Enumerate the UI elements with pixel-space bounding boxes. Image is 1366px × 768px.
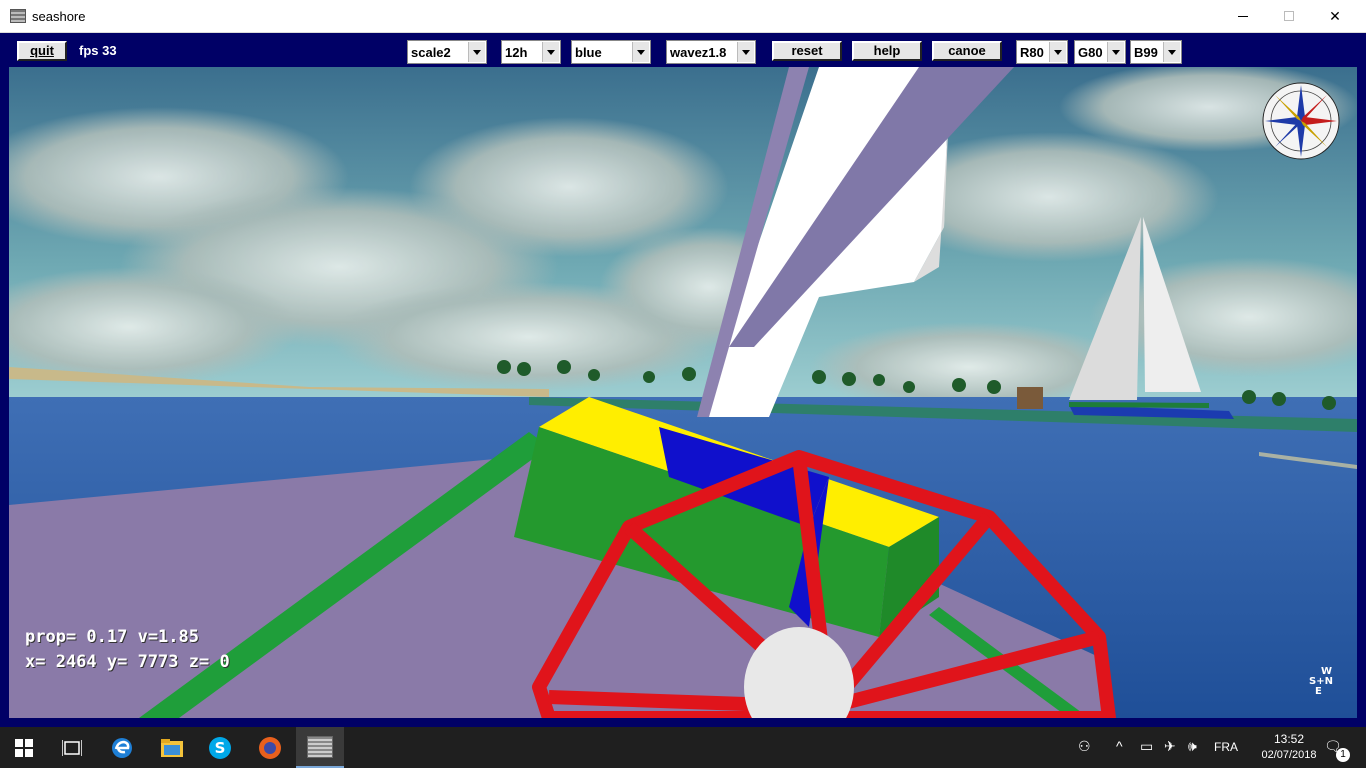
seashore-app-icon <box>307 735 333 758</box>
window-title: seashore <box>32 9 86 24</box>
blue-select[interactable]: B99 <box>1130 40 1182 64</box>
scale-select[interactable]: scale2 <box>407 40 487 64</box>
taskbar-seashore[interactable] <box>296 727 344 768</box>
waves-select[interactable]: wavez1.8 <box>666 40 756 64</box>
battery-icon[interactable]: ▭ <box>1140 738 1153 755</box>
fps-readout: fps 33 <box>79 43 117 58</box>
svg-text:S: S <box>215 739 226 757</box>
windows-logo-icon <box>15 738 33 757</box>
taskbar: S ⚇ ^ ▭ ✈ 🕪 FRA 13:52 02/07/2018 🗨 1 <box>0 727 1366 768</box>
chevron-down-icon <box>542 42 559 62</box>
close-button[interactable]: ✕ <box>1312 0 1358 32</box>
mini-compass: W S+N E <box>1309 667 1333 697</box>
reset-button[interactable]: reset <box>772 41 842 61</box>
mini-compass-n: N <box>1324 676 1333 687</box>
skype-icon: S <box>209 736 231 759</box>
taskbar-firefox[interactable] <box>246 727 294 768</box>
help-button[interactable]: help <box>852 41 922 61</box>
people-icon[interactable]: ⚇ <box>1078 738 1091 755</box>
hud-line-position: x= 2464 y= 7773 z= 0 <box>25 652 230 672</box>
firefox-icon <box>259 736 281 759</box>
notification-count: 1 <box>1336 748 1350 762</box>
task-view-icon <box>62 739 82 756</box>
red-select[interactable]: R80 <box>1016 40 1068 64</box>
toolbar: quit fps 33 scale2 12h blue wavez1.8 res… <box>0 33 1366 66</box>
maximize-icon <box>1284 11 1294 21</box>
maximize-button[interactable] <box>1266 0 1312 32</box>
time-value: 12h <box>505 45 528 60</box>
chevron-down-icon <box>632 42 649 62</box>
app-area: quit fps 33 scale2 12h blue wavez1.8 res… <box>0 33 1366 727</box>
compass-rose-icon <box>1262 82 1340 160</box>
clock-date[interactable]: 02/07/2018 <box>1250 749 1328 761</box>
chevron-down-icon <box>737 42 754 62</box>
minimize-button[interactable] <box>1220 0 1266 32</box>
sailing-scene <box>9 67 1357 718</box>
3d-viewport[interactable]: prop= 0.17 v=1.85 x= 2464 y= 7773 z= 0 W… <box>9 67 1357 721</box>
quit-button[interactable]: quit <box>17 41 67 61</box>
start-button[interactable] <box>0 727 48 768</box>
volume-icon[interactable]: 🕪 <box>1188 738 1197 755</box>
taskbar-edge[interactable] <box>98 727 146 768</box>
blue-value: B99 <box>1134 45 1158 60</box>
task-view-button[interactable] <box>48 727 96 768</box>
color-value: blue <box>575 45 602 60</box>
green-select[interactable]: G80 <box>1074 40 1126 64</box>
taskbar-skype[interactable]: S <box>196 727 244 768</box>
chevron-up-icon[interactable]: ^ <box>1116 738 1123 754</box>
folder-icon <box>161 738 183 757</box>
mini-compass-e: E <box>1315 686 1322 697</box>
green-value: G80 <box>1078 45 1103 60</box>
taskbar-file-explorer[interactable] <box>148 727 196 768</box>
minimize-icon <box>1238 15 1248 17</box>
color-select[interactable]: blue <box>571 40 651 64</box>
hut <box>1017 387 1043 409</box>
language-indicator[interactable]: FRA <box>1214 740 1238 754</box>
edge-icon <box>112 737 132 758</box>
waves-value: wavez1.8 <box>670 45 727 60</box>
chevron-down-icon <box>468 42 485 62</box>
hud-line-speed: prop= 0.17 v=1.85 <box>25 627 199 647</box>
close-icon: ✕ <box>1329 7 1341 24</box>
title-bar: seashore ✕ <box>0 0 1366 33</box>
chevron-down-icon <box>1107 42 1124 62</box>
hud-readout: prop= 0.17 v=1.85 x= 2464 y= 7773 z= 0 <box>25 625 230 675</box>
scale-value: scale2 <box>411 45 451 60</box>
chevron-down-icon <box>1049 42 1066 62</box>
airplane-mode-icon[interactable]: ✈ <box>1164 738 1176 755</box>
red-value: R80 <box>1020 45 1044 60</box>
app-icon <box>10 9 26 23</box>
canoe-button[interactable]: canoe <box>932 41 1002 61</box>
chevron-down-icon <box>1163 42 1180 62</box>
time-select[interactable]: 12h <box>501 40 561 64</box>
clock-time[interactable]: 13:52 <box>1264 732 1314 746</box>
